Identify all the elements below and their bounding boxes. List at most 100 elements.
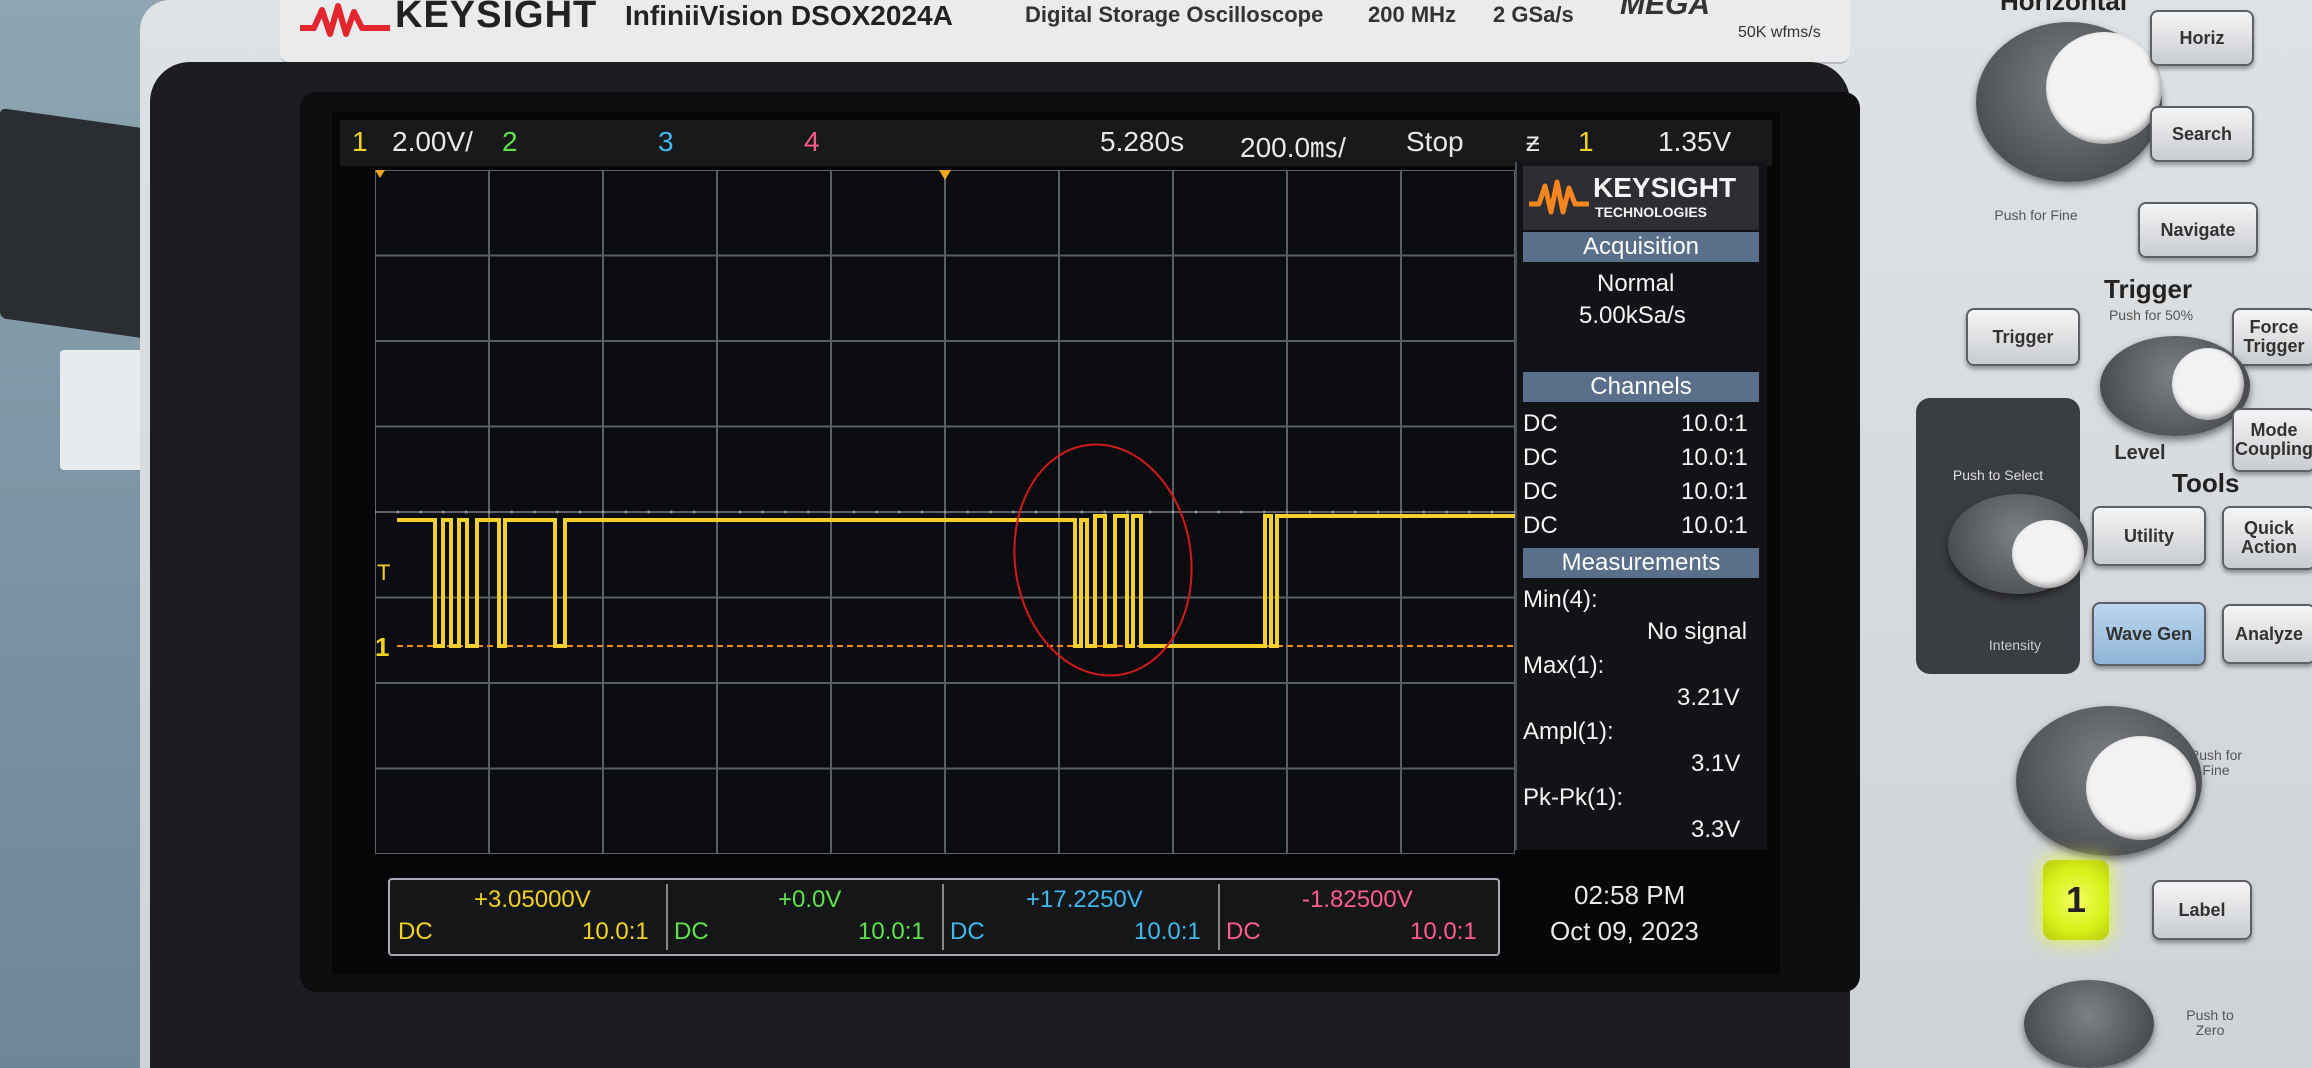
ch4-indicator[interactable]: 4 [804,126,820,158]
mode-coupling-button[interactable]: Mode Coupling [2232,408,2312,472]
ch4-bar-coupling: DC [1226,918,1261,945]
axis-tick [875,510,879,514]
ch3-bar-coupling: DC [950,918,985,945]
axis-tick [783,510,787,514]
ch4-coupling: DC [1523,512,1558,539]
meas-value: 3.1V [1691,750,1741,777]
axis-tick [1331,510,1335,514]
axis-tick [1467,510,1471,514]
ch1-bar-probe: 10.0:1 [582,918,649,945]
push-50-label: Push for 50% [2108,307,2194,323]
ch4-probe: 10.0:1 [1681,512,1748,539]
ch1-bar-coupling: DC [398,918,433,945]
level-label: Level [2114,442,2166,464]
push-select-label: Push to Select [1952,467,2044,483]
ch2-indicator[interactable]: 2 [502,126,518,158]
bandwidth-label: 200 MHz [1368,2,1457,27]
panel-logo-box: KEYSIGHT TECHNOLOGIES [1523,166,1759,230]
vertical-knob-cap[interactable] [2086,736,2196,840]
keysight-logo-icon [300,3,390,37]
axis-tick [1490,510,1494,514]
axis-tick [943,510,947,514]
ch1-indicator[interactable]: 1 [352,126,368,158]
meas-label: Max(1): [1523,652,1605,679]
ch2-probe: 10.0:1 [1681,444,1748,471]
ch1-probe: 10.0:1 [1681,410,1748,437]
ch2-bar-probe: 10.0:1 [858,918,925,945]
axis-tick [715,510,719,514]
trigger-knob-cap[interactable] [2172,348,2244,420]
ch4-bar-probe: 10.0:1 [1410,918,1477,945]
axis-tick [1034,510,1038,514]
force-trigger-button[interactable]: Force Trigger [2232,308,2312,366]
acquisition-rate: 5.00kSa/s [1579,302,1686,329]
channels-header[interactable]: Channels [1523,372,1759,402]
meas-label: Ampl(1): [1523,718,1614,745]
divider [942,884,944,950]
select-knob-cap[interactable] [2012,520,2084,588]
ch4-info-cell[interactable]: -1.82500V DC 10.0:1 [1222,884,1490,948]
divider [666,884,668,950]
model-name: InfiniiVision DSOX2024A [625,0,953,31]
axis-tick [1262,510,1266,514]
meas-label: Min(4): [1523,586,1598,613]
search-button[interactable]: Search [2150,106,2254,162]
instrument-type: Digital Storage Oscilloscope [1025,2,1324,27]
axis-tick [1217,510,1221,514]
meas-label: Pk-Pk(1): [1523,784,1624,811]
ch2-bar-coupling: DC [674,918,709,945]
horizontal-knob-cap[interactable] [2046,32,2162,144]
axis-tick [1285,510,1289,514]
sample-rate-label: 2 GSa/s [1493,2,1574,27]
ch3-bar-probe: 10.0:1 [1134,918,1201,945]
ch3-info-cell[interactable]: +17.2250V DC 10.0:1 [946,884,1214,948]
wave-gen-button[interactable]: Wave Gen [2092,602,2206,666]
time-scale: 200.0㎳/ [1240,132,1346,163]
axis-tick [533,510,537,514]
axis-tick [601,510,605,514]
keysight-logo-icon [1529,179,1589,215]
meas-value: 3.21V [1677,684,1740,711]
label-button[interactable]: Label [2152,880,2252,940]
horizontal-section-label: Horizontal [2000,0,2128,16]
axis-tick [396,510,400,514]
quick-action-button[interactable]: Quick Action [2222,506,2312,570]
navigate-button[interactable]: Navigate [2138,202,2258,258]
ch4-offset: -1.82500V [1302,886,1413,913]
intensity-label: Intensity [1988,637,2042,653]
measurements-header[interactable]: Measurements [1523,548,1759,578]
ch2-info-cell[interactable]: +0.0V DC 10.0:1 [670,884,938,948]
axis-tick [419,510,423,514]
tools-section-label: Tools [2172,468,2240,498]
trigger-level-marker[interactable]: T [377,560,390,585]
axis-tick [897,510,901,514]
trigger-level: 1.35V [1658,126,1732,157]
ch1-ground-marker[interactable]: 1 [375,632,389,662]
ch3-indicator[interactable]: 3 [658,126,674,158]
acquisition-mode: Normal [1597,270,1675,297]
brand-logo-text: KEYSIGHT [395,0,598,36]
axis-tick [647,510,651,514]
panel-logo-text: KEYSIGHT [1593,172,1737,203]
megazoom-logo: MEGA [1620,0,1710,21]
divider [1218,884,1220,950]
ch1-info-cell[interactable]: +3.05000V DC 10.0:1 [394,884,662,948]
horiz-button[interactable]: Horiz [2150,10,2254,66]
acquisition-header[interactable]: Acquisition [1523,232,1759,262]
axis-tick [624,510,628,514]
analyze-button[interactable]: Analyze [2222,604,2312,664]
axis-tick [1353,510,1357,514]
axis-tick [989,510,993,514]
ch3-probe: 10.0:1 [1681,478,1748,505]
run-state: Stop [1406,126,1464,157]
axis-tick [555,510,559,514]
axis-tick [510,510,514,514]
meas-value: 3.3V [1691,816,1741,843]
ch1-button[interactable]: 1 [2043,860,2109,940]
update-rate-label: 50K wfms/s [1738,24,1821,41]
axis-tick [1239,510,1243,514]
utility-button[interactable]: Utility [2092,506,2206,566]
trigger-button[interactable]: Trigger [1966,308,2080,366]
vertical-position-knob[interactable] [2024,980,2154,1068]
push-fine-label: Push for Fine [1994,207,2078,223]
